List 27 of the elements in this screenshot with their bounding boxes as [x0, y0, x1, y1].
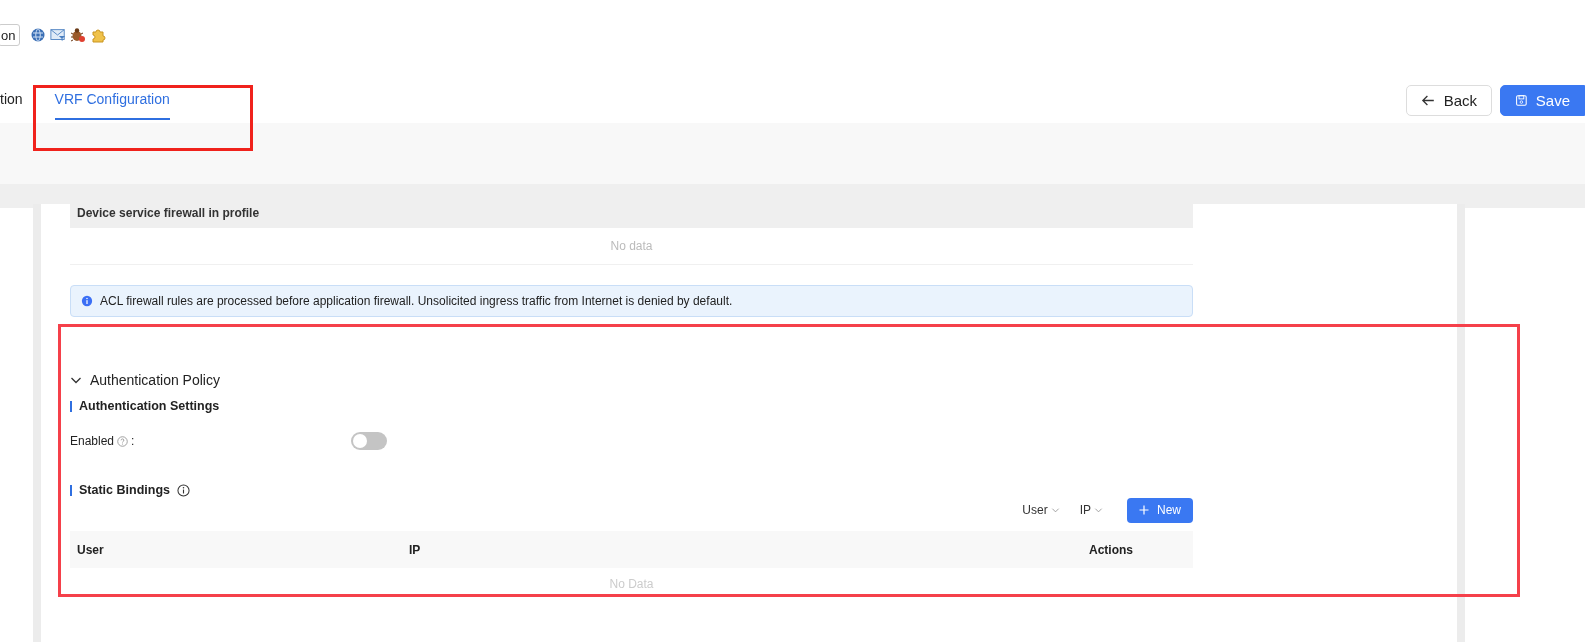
new-button[interactable]: New	[1127, 497, 1193, 523]
column-header: Actions	[1088, 542, 1134, 557]
save-button[interactable]: Save	[1500, 85, 1585, 116]
plus-icon	[1139, 505, 1149, 515]
info-icon	[81, 295, 93, 307]
tab[interactable]: VRF Configuration	[54, 91, 170, 120]
collapse-header[interactable]: Authentication Policy	[70, 369, 1193, 391]
colon-text: :	[131, 434, 135, 448]
section-title: Static Bindings	[79, 483, 170, 497]
column-header: IP	[408, 542, 422, 557]
toggle-switch[interactable]	[351, 432, 387, 450]
arrow-left-icon	[1421, 93, 1436, 108]
bug-icon[interactable]	[70, 27, 87, 43]
alert-text: ACL firewall rules are processed before application firewall. Unsolicited ingress traffic from Internet is denied by default.	[100, 294, 733, 308]
field-label: Enabled	[70, 434, 115, 448]
info-icon	[177, 483, 190, 497]
filter-dropdown[interactable]: IP	[1079, 503, 1103, 517]
toolbar-button[interactable]: on	[0, 24, 21, 46]
column-header: User	[76, 542, 105, 557]
section-title: Authentication Settings	[79, 399, 220, 413]
tab[interactable]: tion	[0, 91, 23, 120]
envelope-icon[interactable]	[50, 27, 67, 43]
empty-text: No data	[610, 239, 653, 253]
table-header-cell: Device service firewall in profile	[70, 204, 1193, 228]
filter-dropdown[interactable]: User	[1022, 503, 1060, 517]
globe-icon[interactable]	[30, 27, 47, 43]
back-button[interactable]: Back	[1406, 85, 1492, 116]
